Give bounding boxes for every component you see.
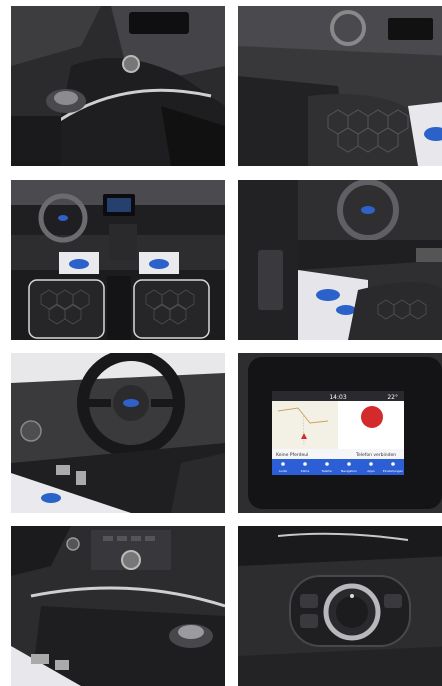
nav-item-audio: Audio bbox=[279, 469, 288, 473]
screen-status-left: Keine Pferdeul bbox=[276, 452, 308, 458]
screen-status-right: Telefon verbinden bbox=[355, 452, 396, 458]
console-knob-image bbox=[11, 526, 225, 686]
photo-driver-door-seat[interactable] bbox=[238, 180, 442, 340]
screen-temp: 22° bbox=[387, 394, 398, 401]
music-badge-icon bbox=[361, 406, 383, 428]
driver-door-seat-image bbox=[238, 180, 442, 340]
nav-item-navigation: Navigation bbox=[341, 469, 357, 473]
photo-console-rotary-knob[interactable] bbox=[11, 526, 225, 686]
nav-item-telefon: Telefon bbox=[321, 469, 333, 473]
nav-item-einstellungen: Einstellungen bbox=[383, 469, 403, 473]
nav-item-klima: Klima bbox=[301, 469, 310, 473]
photo-center-console[interactable] bbox=[11, 6, 225, 166]
front-seat-console-image bbox=[238, 6, 442, 166]
dashboard-overview-image bbox=[11, 180, 225, 340]
photo-infotainment-screen[interactable]: 14:03 22° Keine Pferdeul Telefon verbind… bbox=[238, 353, 442, 513]
center-console-image bbox=[11, 6, 225, 166]
photo-dashboard-overview[interactable] bbox=[11, 180, 225, 340]
infotainment-image: 14:03 22° Keine Pferdeul Telefon verbind… bbox=[238, 353, 442, 513]
photo-steering-wheel[interactable] bbox=[11, 353, 225, 513]
photo-light-switch[interactable] bbox=[238, 526, 442, 686]
nav-item-apps: Apps bbox=[367, 469, 375, 473]
steering-wheel-image bbox=[11, 353, 225, 513]
screen-clock: 14:03 bbox=[329, 394, 346, 401]
photo-front-seat-console[interactable] bbox=[238, 6, 442, 166]
light-switch-image bbox=[238, 526, 442, 686]
